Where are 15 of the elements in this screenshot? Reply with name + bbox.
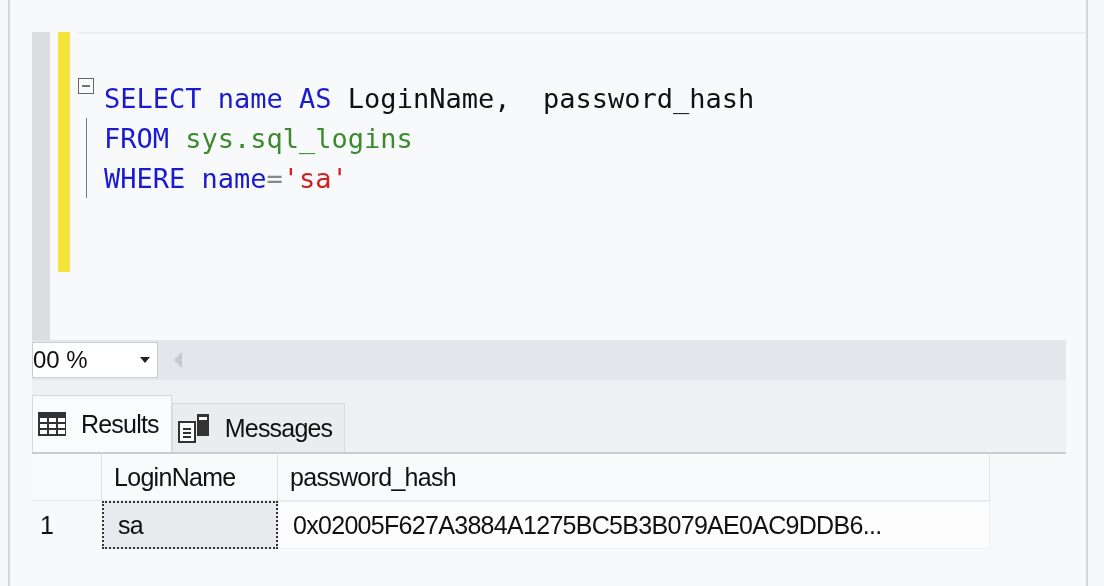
grid-icon: [37, 411, 67, 437]
column-header: password_hash: [278, 454, 990, 501]
column-header: LoginName: [102, 454, 278, 501]
table-cell[interactable]: sa: [102, 501, 278, 549]
collapse-icon[interactable]: [78, 78, 94, 94]
table-cell[interactable]: 0x02005F627A3884A1275BC5B3B079AE0AC9DDB6...: [278, 501, 990, 549]
row-number: 1: [39, 509, 55, 541]
code-line: SELECT name AS LoginName, password_hash: [104, 82, 755, 114]
messages-tab[interactable]: Messages: [171, 403, 346, 452]
messages-icon: [176, 412, 211, 444]
code-line: FROM sys.sql_logins: [104, 122, 413, 154]
code-line: WHERE name='sa': [104, 162, 348, 194]
caret-icon: [139, 356, 151, 364]
results-tab[interactable]: Results: [32, 395, 172, 452]
zoom-dropdown[interactable]: 00 %: [32, 342, 158, 378]
